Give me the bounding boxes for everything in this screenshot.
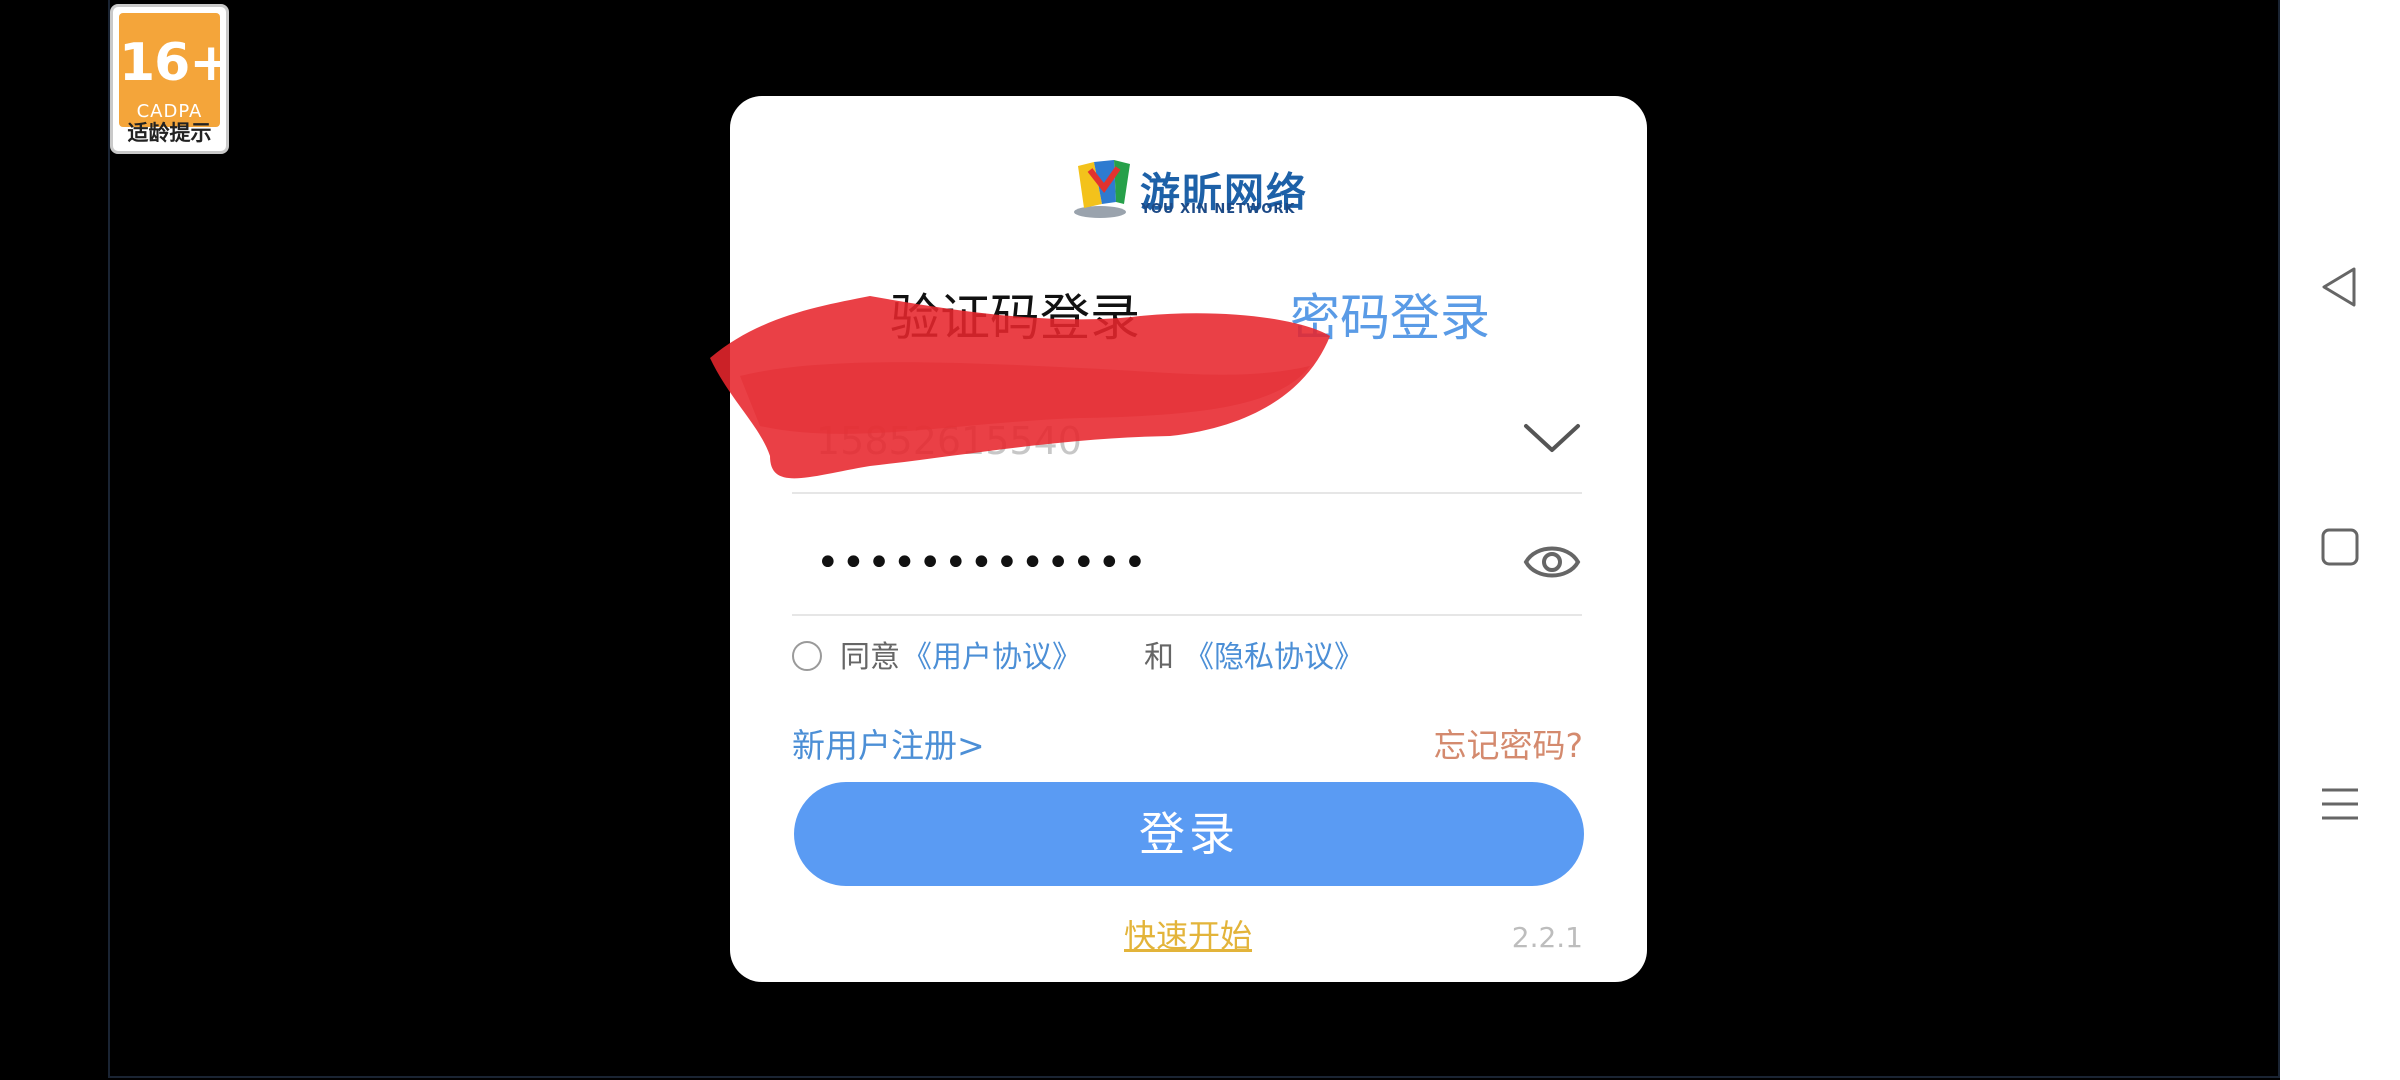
age-rating-note: 适龄提示 — [127, 121, 212, 145]
password-field — [792, 504, 1582, 616]
menu-lines-icon[interactable] — [2310, 774, 2370, 834]
age-rating-panel: 16+ CADPA — [119, 13, 229, 127]
age-rating-number: 16+ — [119, 33, 229, 93]
version-label: 2.2.1 — [1511, 921, 1583, 954]
login-button[interactable]: 登录 — [794, 782, 1584, 886]
phone-field — [792, 382, 1582, 494]
screen: 16+ CADPA 适龄提示 游昕网络 YOU XIN NETWORK 验证码登… — [0, 0, 2400, 1080]
home-square-icon[interactable] — [2310, 517, 2370, 577]
privacy-agreement-link[interactable]: 《隐私协议》 — [1184, 638, 1364, 678]
chevron-down-icon[interactable] — [1522, 412, 1582, 462]
password-input[interactable] — [814, 532, 1498, 594]
forgot-password-link[interactable]: 忘记密码? — [1433, 724, 1583, 768]
age-rating-badge: 16+ CADPA 适龄提示 — [110, 4, 229, 154]
logo-name-en: YOU XIN NETWORK — [1141, 202, 1296, 217]
logo-mark-icon — [1074, 160, 1130, 218]
agreement-prefix: 同意 — [840, 640, 900, 675]
agreement-and: 和 — [1144, 640, 1174, 675]
register-link[interactable]: 新用户注册> — [792, 724, 985, 768]
back-triangle-icon[interactable] — [2310, 257, 2370, 317]
tab-password-login[interactable]: 密码登录 — [1290, 288, 1490, 348]
system-nav-bar — [2280, 0, 2400, 1080]
login-dialog: 游昕网络 YOU XIN NETWORK 验证码登录 密码登录 同意 《用户协 — [710, 96, 1647, 982]
tab-sms-login[interactable]: 验证码登录 — [890, 288, 1140, 348]
company-logo: 游昕网络 YOU XIN NETWORK — [1072, 158, 1312, 220]
eye-icon[interactable] — [1522, 534, 1582, 590]
quick-start-link[interactable]: 快速开始 — [1124, 914, 1252, 958]
phone-input[interactable] — [814, 410, 1498, 472]
agreement-checkbox[interactable] — [792, 641, 822, 671]
user-agreement-link[interactable]: 《用户协议》 — [902, 638, 1082, 678]
